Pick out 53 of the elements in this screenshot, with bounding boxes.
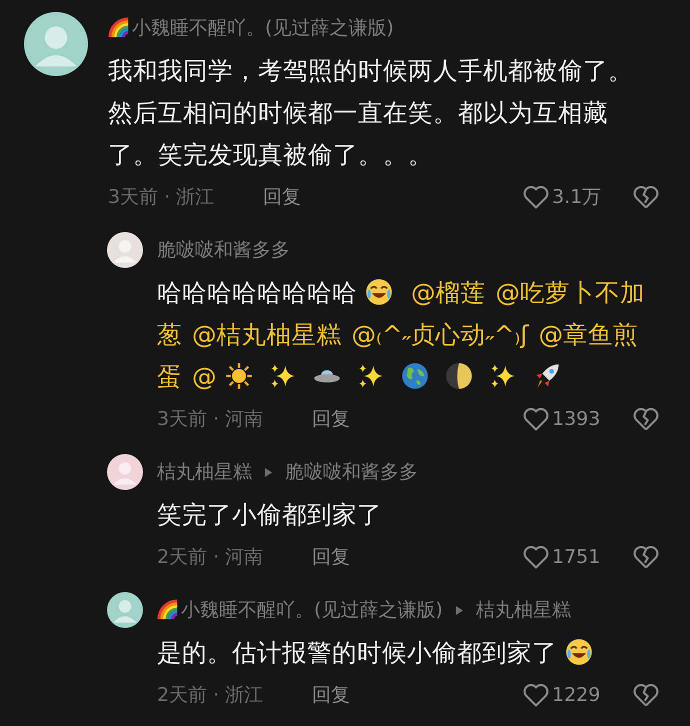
broken-heart-icon[interactable] <box>632 543 660 571</box>
laughing-face-icon <box>565 638 593 666</box>
like-count: 1751 <box>552 546 602 568</box>
comment-text: 然后互相问的时候都一直在笑。都以为互相藏 <box>108 98 608 127</box>
rainbow-icon <box>157 599 179 621</box>
mention-link[interactable]: @桔丸柚星糕 <box>192 320 342 349</box>
avatar-icon[interactable] <box>24 12 88 76</box>
comment-time-location: 2天前 · 浙江 <box>157 683 264 708</box>
reply-target-name[interactable]: 脆啵啵和酱多多 <box>285 459 418 485</box>
author-name[interactable]: 脆啵啵和酱多多 <box>157 237 290 263</box>
reply-button[interactable]: 回复 <box>312 544 350 570</box>
broken-heart-icon[interactable] <box>632 681 660 709</box>
comment-text: 哈哈哈哈哈哈哈哈 <box>157 278 357 307</box>
crying-smile-icon <box>365 278 393 306</box>
comment-time-location: 3天前 · 浙江 <box>108 185 216 210</box>
avatar-icon[interactable] <box>107 454 143 490</box>
like-count: 1229 <box>552 684 602 706</box>
reply-target-name[interactable]: 桔丸柚星糕 <box>476 597 571 623</box>
reply-arrow-icon <box>264 466 273 478</box>
mention-link[interactable]: 葱 <box>157 320 182 349</box>
mention-link[interactable]: @榴莲 <box>411 278 486 307</box>
avatar-icon[interactable] <box>107 232 143 268</box>
heart-icon[interactable] <box>522 183 550 211</box>
like-count: 1393 <box>552 408 602 430</box>
comment-text: 是的。估计报警的时候小偷都到家了 <box>157 638 557 667</box>
author-name[interactable]: 小魏睡不醒吖。(见过薛之谦版) <box>132 15 394 41</box>
broken-heart-icon[interactable] <box>632 183 660 211</box>
broken-heart-icon[interactable] <box>632 405 660 433</box>
mention-link[interactable]: @₍^˶贞心动˶^₎ʃ <box>352 320 529 349</box>
comment-time-location: 2天前 · 河南 <box>157 545 264 570</box>
globe-icon <box>400 362 428 390</box>
comment-time-location: 3天前 · 河南 <box>157 407 264 432</box>
mention-link[interactable]: @章鱼煎 <box>538 320 638 349</box>
reply-button[interactable]: 回复 <box>312 682 350 708</box>
like-count: 3.1万 <box>552 185 602 210</box>
author-name[interactable]: 桔丸柚星糕 <box>157 459 252 485</box>
mention-link[interactable]: 蛋 <box>157 362 182 391</box>
rainbow-icon <box>108 17 130 39</box>
reply-button[interactable]: 回复 <box>263 184 301 210</box>
mention-link[interactable]: @ <box>192 362 216 391</box>
comment-text: 了。笑完发现真被偷了。。。 <box>108 140 433 169</box>
reply-button[interactable]: 回复 <box>312 406 350 432</box>
comment-text: 笑完了小偷都到家了 <box>157 500 382 529</box>
author-name[interactable]: 小魏睡不醒吖。(见过薛之谦版) <box>181 597 443 623</box>
moon-icon <box>444 362 472 390</box>
heart-icon[interactable] <box>522 543 550 571</box>
avatar-icon[interactable] <box>107 592 143 628</box>
heart-icon[interactable] <box>522 681 550 709</box>
reply-arrow-icon <box>454 604 464 616</box>
comment-text: 我和我同学，考驾照的时候两人手机都被偷了。 <box>108 56 633 85</box>
mention-link[interactable]: @吃萝卜不加 <box>496 278 645 307</box>
sun-icon <box>224 362 252 390</box>
heart-icon[interactable] <box>522 405 550 433</box>
